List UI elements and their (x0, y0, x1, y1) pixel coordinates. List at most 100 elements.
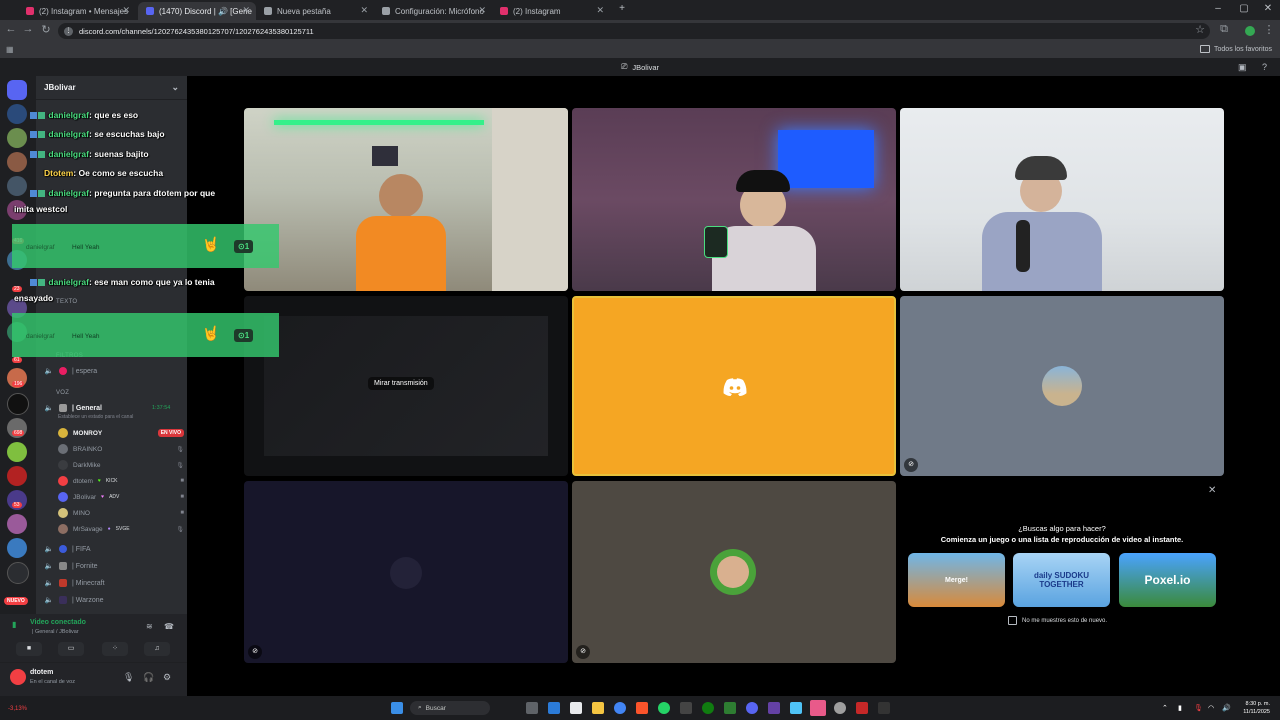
voice-user-mino[interactable]: MINO ■ (58, 506, 184, 520)
channel-espera[interactable]: 🔈 | espera (44, 364, 184, 378)
site-info-icon[interactable]: ⋮ (64, 26, 73, 36)
taskbar-clock[interactable]: 8:30 p. m. 11/11/2025 (1243, 700, 1270, 716)
video-tile-webcam-2[interactable] (572, 108, 896, 291)
video-tile-avatar-1[interactable]: ⊘ (900, 296, 1224, 476)
server-icon[interactable] (7, 442, 27, 462)
stock-widget[interactable]: -3,13% (8, 706, 27, 712)
settings-gear-icon[interactable]: ⚙ (163, 672, 171, 683)
app-icon-active[interactable] (810, 700, 826, 716)
brave-icon[interactable] (636, 702, 648, 714)
copilot-icon[interactable] (548, 702, 560, 714)
server-icon[interactable] (7, 514, 27, 534)
headphones-icon[interactable]: 🎧 (143, 672, 154, 683)
voice-channel-fifa[interactable]: 🔈 | FIFA (44, 542, 184, 556)
back-icon[interactable]: ← (3, 23, 19, 35)
video-tile-webcam-1[interactable] (244, 108, 568, 291)
profile-avatar[interactable] (1245, 26, 1255, 36)
close-window-icon[interactable]: ✕ (1258, 3, 1278, 14)
server-icon[interactable] (7, 562, 29, 584)
close-icon[interactable]: ✕ (1208, 485, 1216, 496)
video-tile-avatar-2[interactable]: ⊘ (244, 481, 568, 663)
server-icon[interactable] (7, 128, 27, 148)
voice-user-mrsavage[interactable]: MrSavage ● SVGE 🎙 (58, 522, 184, 536)
watch-stream-button[interactable]: Mirar transmisión (368, 377, 434, 390)
app-icon[interactable] (790, 702, 802, 714)
task-view-icon[interactable] (526, 702, 538, 714)
all-bookmarks-button[interactable]: Todos los favoritos (1200, 45, 1272, 53)
browser-tab-new[interactable]: Nueva pestaña ✕ (256, 2, 374, 20)
tray-chevron-icon[interactable]: ⌃ (1162, 704, 1168, 712)
video-tile-webcam-3[interactable] (900, 108, 1224, 291)
app-icon[interactable] (878, 702, 890, 714)
menu-kebab-icon[interactable]: ⋮ (1261, 23, 1277, 36)
server-header[interactable]: JBolivar ⌄ (36, 76, 187, 100)
dont-show-again-checkbox[interactable]: No me muestres esto de nuevo. (1008, 616, 1107, 625)
obs-icon[interactable] (768, 702, 780, 714)
video-tile-speaking[interactable] (572, 296, 896, 476)
activities-button[interactable]: ⁘ (102, 642, 128, 656)
voice-user-darkmike[interactable]: DarkMike 🎙 (58, 458, 184, 472)
browser-tab-instagram-messages[interactable]: (2) Instagram • Mensajes ✕ (18, 2, 136, 20)
server-icon[interactable] (7, 176, 27, 196)
reload-icon[interactable]: ↻ (38, 23, 54, 36)
voice-user-monroy[interactable]: MONROY EN VIVO (58, 426, 184, 440)
xbox-icon[interactable] (702, 702, 714, 714)
discord-taskbar-icon[interactable] (746, 702, 758, 714)
game-card-merge[interactable]: Merge! (908, 553, 1005, 607)
tray-app-icon[interactable]: ▮ (1178, 704, 1182, 712)
help-icon[interactable]: ? (1262, 62, 1267, 72)
close-tab-icon[interactable]: ✕ (122, 5, 130, 16)
browser-tab-instagram[interactable]: (2) Instagram ✕ (492, 2, 610, 20)
voice-user-brainko[interactable]: BRAINKO 🎙 (58, 442, 184, 456)
new-tab-plus-icon[interactable]: + (612, 3, 632, 14)
voice-user-dtotem[interactable]: dtotem ♥ KICK ■ (58, 474, 184, 488)
server-icon[interactable] (7, 393, 29, 415)
url-input[interactable]: ⋮ discord.com/channels/12027624353801257… (58, 23, 1210, 39)
extensions-icon[interactable]: ⧉ (1216, 23, 1232, 36)
voice-location[interactable]: | General / JBolivar (32, 629, 79, 635)
browser-tab-mic-settings[interactable]: Configuración: Micrófono ✕ (374, 2, 492, 20)
screen-share-button[interactable]: ▭ (58, 642, 84, 656)
game-card-poxel[interactable]: Poxel.io (1119, 553, 1216, 607)
minimize-icon[interactable]: – (1208, 3, 1228, 14)
category-voz[interactable]: VOZ (56, 390, 69, 396)
voice-channel-fornite[interactable]: 🔈 | Fornite (44, 559, 184, 573)
voice-user-jbolivar[interactable]: JBolivar ♥ ADV ■ (58, 490, 184, 504)
explorer-icon[interactable] (570, 702, 582, 714)
user-name[interactable]: dtotem (30, 669, 53, 676)
app-icon[interactable] (834, 702, 846, 714)
discord-home-icon[interactable] (7, 80, 27, 100)
maximize-icon[interactable]: ▢ (1234, 3, 1254, 14)
app-icon[interactable] (856, 702, 868, 714)
server-icon[interactable] (7, 466, 27, 486)
close-tab-icon[interactable]: ✕ (242, 5, 250, 16)
avatar[interactable] (10, 669, 26, 685)
video-tile-avatar-3[interactable]: ⊘ (572, 481, 896, 663)
chrome-icon[interactable] (614, 702, 626, 714)
disconnect-icon[interactable]: ☎ (164, 622, 174, 631)
volume-icon[interactable]: 🔊 (1222, 704, 1231, 712)
apps-grid-icon[interactable]: ▦ (6, 45, 14, 54)
browser-tab-discord[interactable]: (1470) Discord | 🔊 [Gene ✕ (138, 2, 256, 20)
bookmark-star-icon[interactable]: ☆ (1192, 23, 1208, 36)
noise-suppression-icon[interactable]: ≋ (146, 622, 153, 631)
mic-tray-icon[interactable]: 🎙 (1194, 704, 1203, 712)
taskbar-search[interactable]: ⌕ Buscar (410, 701, 490, 715)
app-icon[interactable] (724, 702, 736, 714)
signal-icon[interactable]: ▮ (12, 620, 16, 629)
voice-channel-warzone[interactable]: 🔈 | Warzone (44, 593, 184, 607)
wifi-icon[interactable]: ◠ (1208, 704, 1214, 712)
folder-icon[interactable] (592, 702, 604, 714)
windows-start-icon[interactable] (391, 702, 403, 714)
soundboard-button[interactable]: ♫ (144, 642, 170, 656)
checkbox[interactable] (1008, 616, 1017, 625)
server-icon[interactable] (7, 538, 27, 558)
game-card-sudoku[interactable]: daily SUDOKU TOGETHER (1013, 553, 1110, 607)
inbox-icon[interactable]: ▣ (1238, 62, 1247, 73)
category-texto[interactable]: TEXTO (56, 299, 77, 305)
close-tab-icon[interactable]: ✕ (478, 5, 486, 16)
forward-icon[interactable]: → (20, 23, 36, 35)
close-tab-icon[interactable]: ✕ (596, 5, 604, 16)
server-icon[interactable] (7, 152, 27, 172)
microphone-icon[interactable]: 🎙 (123, 672, 134, 683)
